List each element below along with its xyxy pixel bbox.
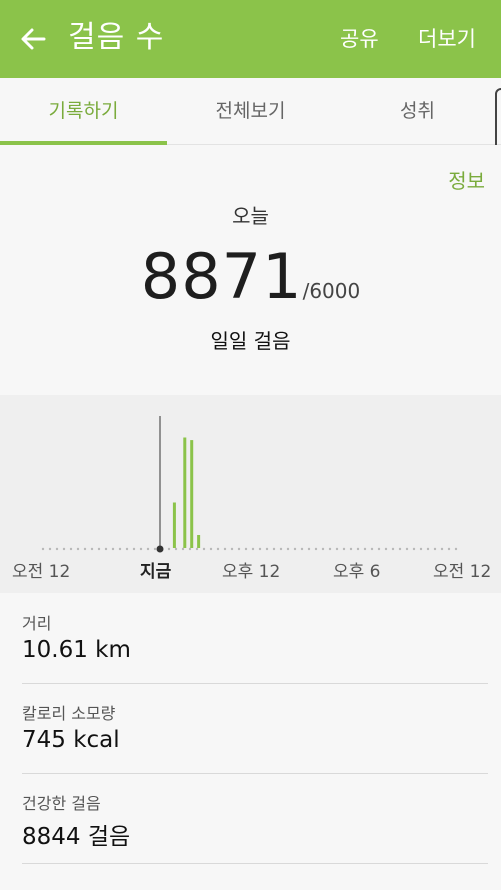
axis-dot <box>412 547 416 551</box>
x-label: 오후 6 <box>333 562 381 582</box>
axis-dot <box>300 547 304 551</box>
axis-dot <box>321 547 325 551</box>
axis-dot <box>41 547 45 551</box>
axis-dot <box>153 547 157 551</box>
axis-dot <box>384 547 388 551</box>
axis-dot <box>335 547 339 551</box>
axis-dot <box>293 547 297 551</box>
axis-dot <box>349 547 353 551</box>
stat-calories: 칼로리 소모량 745 kcal <box>22 683 488 774</box>
axis-dot <box>433 547 437 551</box>
page-title: 걸음 수 <box>68 20 165 55</box>
axis-dot <box>440 547 444 551</box>
axis-dot <box>69 547 73 551</box>
axis-dot <box>391 547 395 551</box>
step-goal: /6000 <box>302 279 361 303</box>
axis-dot <box>125 547 129 551</box>
axis-dot <box>454 547 458 551</box>
app-header: 걸음 수 공유 더보기 <box>0 0 501 78</box>
step-bar <box>172 502 176 548</box>
axis-dot <box>342 547 346 551</box>
stats-list: 거리 10.61 km 칼로리 소모량 745 kcal 건강한 걸음 8844… <box>0 593 501 890</box>
step-count-row: 8871/6000 <box>0 240 501 313</box>
axis-dot <box>76 547 80 551</box>
axis-dot <box>328 547 332 551</box>
stat-healthy-steps: 건강한 걸음 8844 걸음 <box>22 773 488 864</box>
axis-dot <box>174 547 178 551</box>
axis-dot <box>62 547 66 551</box>
share-button[interactable]: 공유 <box>340 24 379 54</box>
axis-dot <box>195 547 199 551</box>
axis-dot <box>237 547 241 551</box>
axis-dot <box>209 547 213 551</box>
step-bar <box>197 535 201 548</box>
step-count: 8871 <box>140 240 303 313</box>
axis-dot <box>167 547 171 551</box>
tab-bar: 기록하기 전체보기 성취 <box>0 78 501 145</box>
step-summary: 정보 오늘 8871/6000 일일 걸음 <box>0 145 501 395</box>
axis-dot <box>258 547 262 551</box>
x-label: 오전 12 <box>433 562 492 582</box>
axis-dot <box>104 547 108 551</box>
more-button[interactable]: 더보기 <box>418 24 476 54</box>
hourly-steps-chart: 오전 12 지금 오후 12 오후 6 오전 12 <box>0 395 501 593</box>
axis-dot <box>118 547 122 551</box>
step-bar <box>190 440 194 548</box>
axis-dot <box>188 547 192 551</box>
axis-dot <box>279 547 283 551</box>
stat-value: 745 kcal <box>22 727 120 753</box>
stat-label: 거리 <box>22 614 52 633</box>
axis-dot <box>363 547 367 551</box>
back-arrow-icon[interactable] <box>18 24 48 54</box>
info-button[interactable]: 정보 <box>448 165 485 194</box>
today-label: 오늘 <box>232 204 269 228</box>
axis-dot <box>139 547 143 551</box>
axis-dot <box>307 547 311 551</box>
axis-dot <box>216 547 220 551</box>
axis-dot <box>83 547 87 551</box>
axis-dot <box>244 547 248 551</box>
tab-overview[interactable]: 전체보기 <box>167 78 334 144</box>
tab-achievements[interactable]: 성취 <box>334 78 501 144</box>
axis-dot <box>251 547 255 551</box>
axis-dot <box>377 547 381 551</box>
axis-dot <box>370 547 374 551</box>
axis-dot <box>111 547 115 551</box>
stat-value: 8844 걸음 <box>22 824 131 850</box>
axis-dot <box>181 547 185 551</box>
axis-dot <box>405 547 409 551</box>
axis-dot <box>90 547 94 551</box>
axis-dot <box>447 547 451 551</box>
stat-value: 10.61 km <box>22 637 131 663</box>
tab-record[interactable]: 기록하기 <box>0 78 167 144</box>
axis-dot <box>426 547 430 551</box>
x-label: 오전 12 <box>12 562 71 582</box>
axis-dot <box>48 547 52 551</box>
axis-dot <box>419 547 423 551</box>
axis-dot <box>223 547 227 551</box>
now-marker <box>156 545 164 553</box>
axis-dot <box>265 547 269 551</box>
axis-dot <box>230 547 234 551</box>
stat-label: 건강한 걸음 <box>22 794 101 813</box>
axis-dot <box>202 547 206 551</box>
x-label: 오후 12 <box>222 562 281 582</box>
step-bar <box>183 437 187 548</box>
daily-steps-label: 일일 걸음 <box>210 329 291 353</box>
axis-dot <box>286 547 290 551</box>
axis-dot <box>132 547 136 551</box>
stat-label: 칼로리 소모량 <box>22 704 116 723</box>
x-label-now: 지금 <box>140 562 172 582</box>
axis-dot <box>97 547 101 551</box>
axis-dot <box>146 547 150 551</box>
axis-dot <box>55 547 59 551</box>
axis-dot <box>356 547 360 551</box>
axis-dot <box>314 547 318 551</box>
axis-dot <box>398 547 402 551</box>
stat-distance: 거리 10.61 km <box>22 593 488 684</box>
axis-dot <box>272 547 276 551</box>
